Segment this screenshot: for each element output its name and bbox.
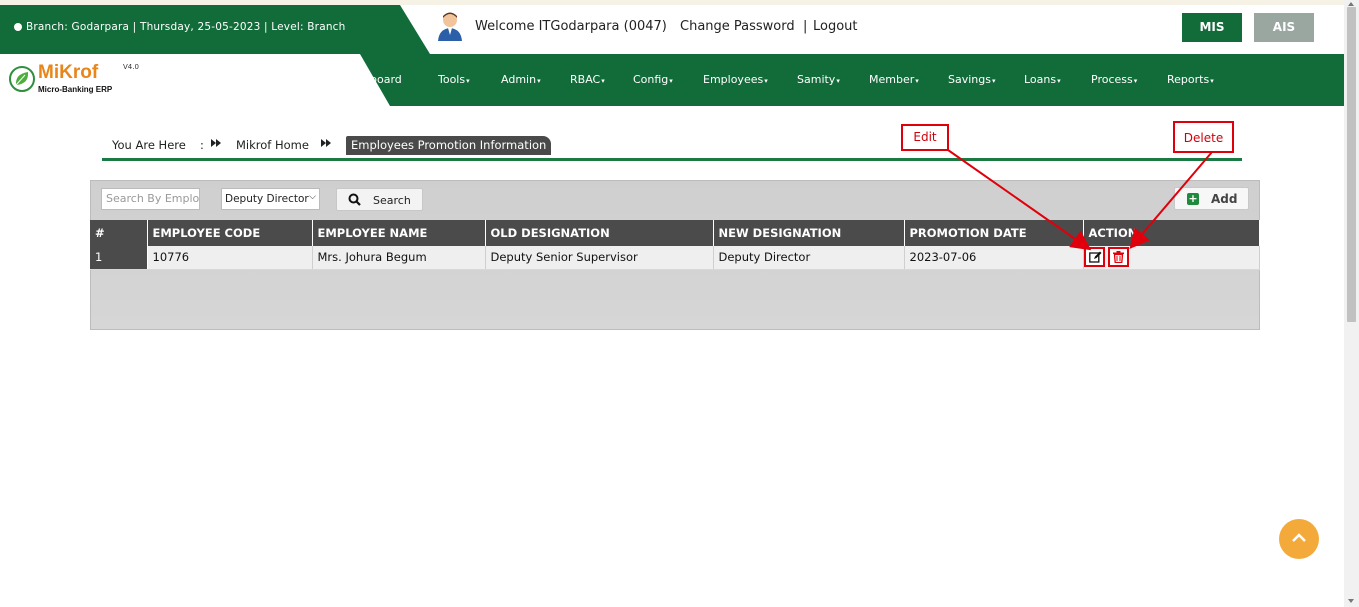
breadcrumb-home-link[interactable]: Mikrof Home [236,138,309,152]
trash-icon [1113,251,1125,264]
scrollbar-thumb[interactable] [1347,7,1356,322]
nav-samity[interactable]: Samity▾ [797,73,840,86]
branch-info-text: Branch: Godarpara | Thursday, 25-05-2023… [26,21,346,33]
edit-icon [1088,251,1101,263]
ais-button[interactable]: AIS [1254,13,1314,42]
nav-dashboard[interactable]: board [370,73,402,86]
add-button-label: Add [1211,192,1238,206]
cell-promotion-date: 2023-07-06 [904,246,1084,270]
page-scrollbar[interactable] [1344,0,1359,607]
logo-name: MiKrof [38,62,99,83]
caret-down-icon: ▾ [1210,77,1214,85]
caret-down-icon: ▾ [466,77,470,85]
delete-button[interactable] [1108,247,1130,268]
col-index: # [90,220,148,246]
scroll-down-arrow-icon[interactable] [1348,599,1354,603]
double-chevron-right-icon [320,137,332,152]
nav-member[interactable]: Member▾ [869,73,919,86]
edit-button[interactable] [1083,247,1105,268]
chevron-up-icon [1292,533,1306,542]
nav-config[interactable]: Config▾ [633,73,673,86]
nav-reports[interactable]: Reports▾ [1167,73,1214,86]
cell-employee-code: 10776 [147,246,313,270]
scroll-up-arrow-icon[interactable] [1348,2,1354,6]
caret-down-icon: ▾ [601,77,605,85]
branch-info-bar: Branch: Godarpara | Thursday, 25-05-2023… [0,5,430,54]
chevron-down-icon: ⌵ [309,192,316,202]
search-icon [348,193,361,206]
cell-old-designation: Deputy Senior Supervisor [485,246,714,270]
breadcrumb-label: You Are Here [112,138,186,152]
cell-action [1083,246,1260,270]
promotion-table: # EMPLOYEE CODE EMPLOYEE NAME OLD DESIGN… [90,220,1260,270]
add-button[interactable]: + Add [1174,187,1249,210]
scroll-to-top-button[interactable] [1279,519,1319,559]
search-button[interactable]: Search [336,188,423,211]
globe-icon [14,23,22,31]
nav-process[interactable]: Process▾ [1091,73,1137,86]
col-employee-code: EMPLOYEE CODE [147,220,313,246]
cell-new-designation: Deputy Director [713,246,905,270]
delete-annotation-label: Delete [1173,121,1234,153]
nav-loans[interactable]: Loans▾ [1024,73,1061,86]
caret-down-icon: ▾ [915,77,919,85]
logo-version: V4.0 [123,63,139,71]
cell-employee-name: Mrs. Johura Begum [312,246,486,270]
col-old-designation: OLD DESIGNATION [485,220,714,246]
designation-select[interactable]: Deputy Director ⌵ [221,188,320,210]
col-promotion-date: PROMOTION DATE [904,220,1084,246]
nav-rbac[interactable]: RBAC▾ [570,73,605,86]
col-new-designation: NEW DESIGNATION [713,220,905,246]
caret-down-icon: ▾ [537,77,541,85]
cell-index: 1 [90,246,148,270]
caret-down-icon: ▾ [836,77,840,85]
breadcrumb-underline [102,158,1242,161]
top-strip [0,0,1359,5]
double-chevron-right-icon [210,137,222,152]
employee-search-input[interactable]: Search By Employee [101,188,200,210]
welcome-text: Welcome ITGodarpara (0047) [475,19,667,34]
col-action: ACTION [1083,220,1260,246]
search-button-label: Search [373,194,411,207]
caret-down-icon: ▾ [1133,77,1138,85]
leaf-logo-icon [9,66,35,92]
user-avatar-icon [438,12,462,41]
breadcrumb-current: Employees Promotion Information [346,136,552,155]
caret-down-icon: ▾ [991,77,996,85]
col-employee-name: EMPLOYEE NAME [312,220,486,246]
header-separator: | [803,19,808,34]
breadcrumb-colon: : [200,138,204,152]
caret-down-icon: ▾ [764,77,768,85]
nav-savings[interactable]: Savings▾ [948,73,996,86]
logout-link[interactable]: Logout [813,19,858,34]
logo-subtitle: Micro-Banking ERP [38,85,113,94]
change-password-link[interactable]: Change Password [680,19,795,34]
table-row: 1 10776 Mrs. Johura Begum Deputy Senior … [90,246,1260,270]
nav-tools[interactable]: Tools▾ [438,73,470,86]
plus-icon: + [1187,192,1199,205]
caret-down-icon: ▾ [1057,77,1061,85]
mis-button[interactable]: MIS [1182,13,1242,42]
caret-down-icon: ▾ [669,77,673,85]
edit-annotation-label: Edit [901,124,949,151]
table-header-row: # EMPLOYEE CODE EMPLOYEE NAME OLD DESIGN… [90,220,1260,246]
nav-admin[interactable]: Admin▾ [501,73,541,86]
nav-employees[interactable]: Employees▾ [703,73,768,86]
